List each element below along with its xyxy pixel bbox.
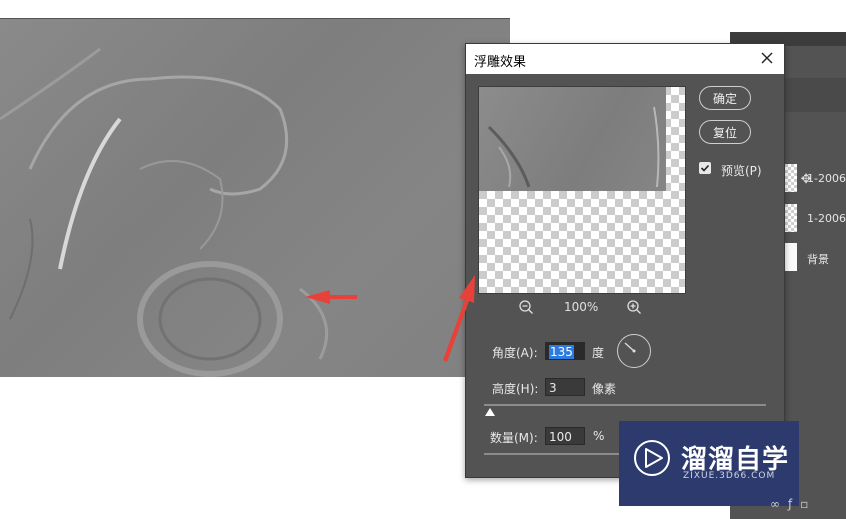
angle-input[interactable]: 135: [545, 342, 585, 360]
layer-name: 1-20062: [807, 212, 846, 225]
layer-name: 背景: [807, 253, 829, 266]
preview-image: [479, 87, 666, 191]
watermark-subtitle: ZIXUE.3D66.COM: [683, 471, 776, 481]
amount-unit: %: [593, 429, 605, 443]
height-label: 高度(H):: [492, 382, 539, 396]
emboss-dialog: 浮雕效果 100% 确定 复位 预览(P) 角度(A): 135 度 高度(H)…: [465, 43, 785, 478]
preview-checkbox-label[interactable]: 预览(P): [721, 162, 762, 179]
height-slider-thumb[interactable]: [485, 408, 495, 416]
layers-bottom-icons: ∞ƒ▫: [770, 497, 817, 511]
zoom-out-icon[interactable]: [518, 299, 534, 315]
canvas-image: [0, 18, 510, 377]
amount-label: 数量(M):: [490, 431, 538, 445]
height-input[interactable]: 3: [545, 378, 585, 396]
angle-value: 135: [549, 345, 574, 359]
watermark: 溜溜自学 ZIXUE.3D66.COM: [619, 421, 799, 506]
ok-button[interactable]: 确定: [699, 86, 751, 110]
play-logo-icon: [634, 440, 670, 476]
preview-area[interactable]: [478, 86, 686, 294]
height-unit: 像素: [592, 382, 617, 396]
amount-input[interactable]: 100: [545, 427, 585, 445]
layer-name: 1-20061: [807, 172, 846, 185]
zoom-level: 100%: [564, 300, 599, 314]
angle-label: 角度(A):: [492, 346, 538, 360]
height-slider-track[interactable]: [484, 404, 766, 406]
reset-button[interactable]: 复位: [699, 120, 751, 144]
annotation-arrow-icon: [443, 275, 475, 362]
dialog-titlebar: 浮雕效果: [466, 44, 784, 74]
dialog-title: 浮雕效果: [474, 55, 527, 70]
angle-dial-icon[interactable]: [617, 334, 651, 368]
close-icon[interactable]: [758, 49, 776, 67]
zoom-controls: 100%: [516, 299, 646, 317]
checkbox-checked-icon[interactable]: [699, 162, 711, 174]
angle-unit: 度: [592, 346, 605, 360]
zoom-in-icon[interactable]: [626, 299, 642, 315]
